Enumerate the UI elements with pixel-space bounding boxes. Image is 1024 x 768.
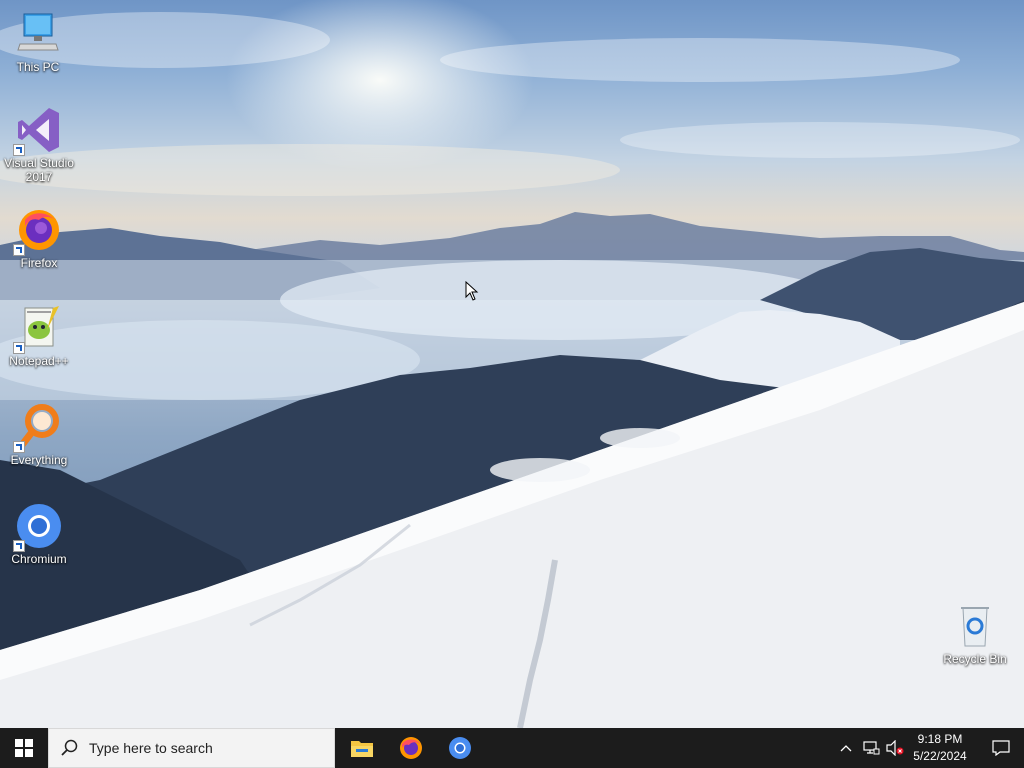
taskbar-clock[interactable]: 9:18 PM 5/22/2024 xyxy=(905,731,975,765)
desktop-icon-notepadpp[interactable]: Notepad++ xyxy=(1,304,77,368)
visual-studio-icon xyxy=(13,106,63,156)
network-icon xyxy=(863,741,880,755)
search-icon xyxy=(61,739,78,756)
taskbar: 9:18 PM 5/22/2024 xyxy=(0,728,1024,768)
show-hidden-icons-button[interactable] xyxy=(836,728,856,768)
desktop-wallpaper xyxy=(0,0,1024,728)
shortcut-arrow-icon xyxy=(13,540,25,552)
start-button[interactable] xyxy=(0,728,48,768)
chromium-icon xyxy=(13,502,63,552)
search-input[interactable] xyxy=(89,740,319,756)
desktop-icon-label: Chromium xyxy=(11,552,67,566)
firefox-icon xyxy=(400,737,422,759)
desktop-icon-firefox[interactable]: Firefox xyxy=(1,206,77,270)
volume-muted-icon xyxy=(886,740,904,756)
shortcut-arrow-icon xyxy=(13,441,25,453)
computer-icon xyxy=(14,10,62,58)
desktop-icon-label: Everything xyxy=(10,453,68,467)
network-status-button[interactable] xyxy=(859,728,883,768)
folder-icon xyxy=(351,741,373,757)
clock-date: 5/22/2024 xyxy=(913,749,967,763)
desktop-icon-this-pc[interactable]: This PC xyxy=(0,10,76,74)
desktop-icon-visual-studio[interactable]: Visual Studio 2017 xyxy=(1,106,77,184)
everything-search-icon xyxy=(13,403,63,453)
notification-icon xyxy=(992,740,1010,756)
desktop-icon-everything[interactable]: Everything xyxy=(1,403,77,467)
shortcut-arrow-icon xyxy=(13,244,25,256)
desktop-icon-label: Notepad++ xyxy=(9,354,69,368)
volume-button[interactable] xyxy=(884,728,906,768)
taskbar-firefox[interactable] xyxy=(387,728,435,768)
desktop-icon-recycle-bin[interactable]: Recycle Bin xyxy=(937,602,1013,666)
chromium-icon xyxy=(449,737,471,759)
desktop-icon-label: Recycle Bin xyxy=(943,652,1007,666)
action-center-button[interactable] xyxy=(978,728,1024,768)
clock-time: 9:18 PM xyxy=(917,732,963,746)
mouse-pointer-icon xyxy=(465,280,479,306)
taskbar-file-explorer[interactable] xyxy=(338,728,386,768)
firefox-icon xyxy=(13,206,63,256)
taskbar-chromium[interactable] xyxy=(436,728,484,768)
desktop-icon-chromium[interactable]: Chromium xyxy=(1,502,77,566)
chevron-up-icon xyxy=(840,745,852,752)
desktop-icon-label: Visual Studio 2017 xyxy=(4,156,74,184)
notepadpp-icon xyxy=(13,304,63,354)
taskbar-search-box[interactable] xyxy=(48,728,335,768)
windows-logo-icon xyxy=(15,739,33,757)
desktop-icon-label: Firefox xyxy=(20,256,58,270)
recycle-bin-icon xyxy=(951,602,999,650)
desktop-icon-label: This PC xyxy=(16,60,60,74)
shortcut-arrow-icon xyxy=(13,342,25,354)
shortcut-arrow-icon xyxy=(13,144,25,156)
